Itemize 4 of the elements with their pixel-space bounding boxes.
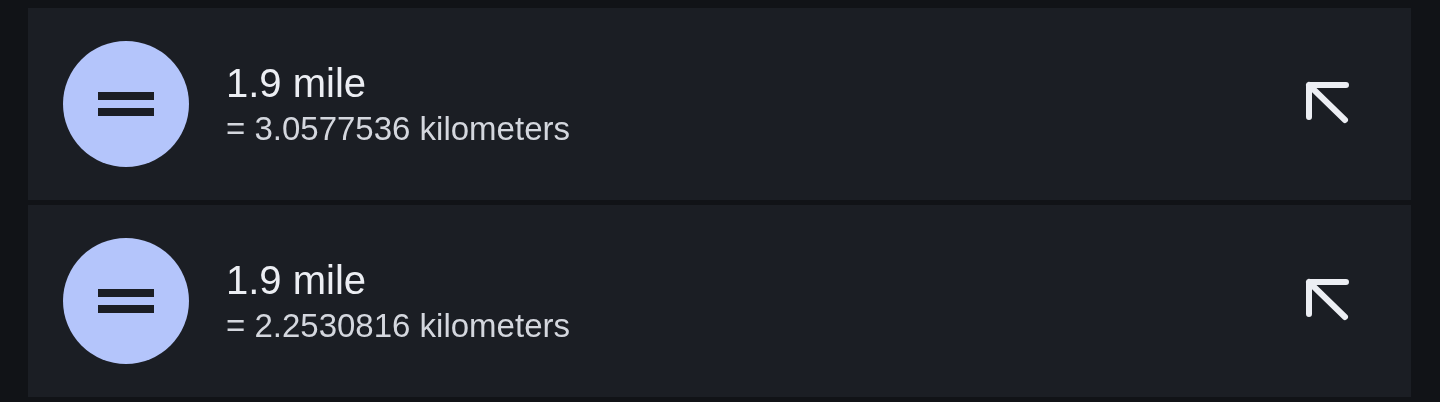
conversion-result: = 2.2530816 kilometers [226,306,571,346]
conversion-title: 1.9 mile [226,60,368,107]
conversion-title: 1.9 mile [226,257,368,304]
conversion-result: = 3.0577536 kilometers [226,109,571,149]
